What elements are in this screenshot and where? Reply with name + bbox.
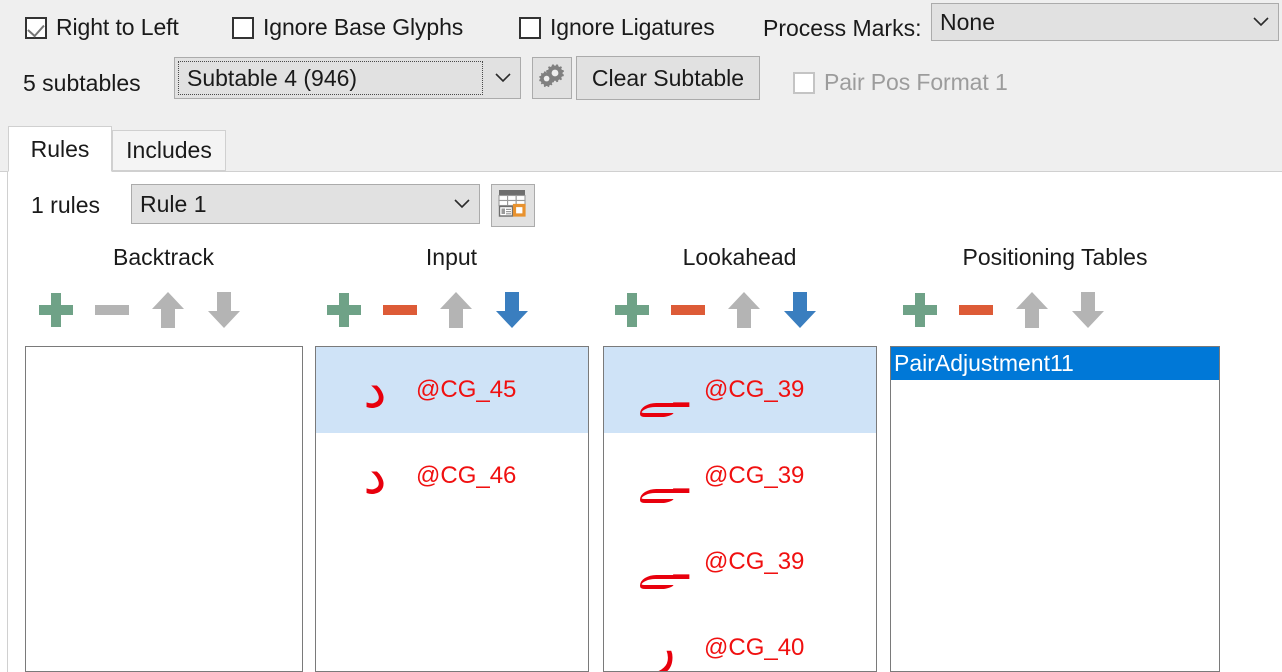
checkbox-label-right-to-left: Right to Left [56,14,179,40]
glyph-class-name: @CG_39 [704,376,805,403]
rule-value: Rule 1 [140,190,207,217]
backtrack-add-button[interactable] [28,282,84,338]
panel-left-divider [7,172,8,672]
checkbox-label-ignore-ligatures: Ignore Ligatures [550,14,715,40]
checkbox-box-pair-pos-format-1 [793,71,815,94]
list-item[interactable]: PairAdjustment11 [891,347,1219,380]
table-document-icon [497,188,529,224]
checkbox-ignore-base-glyphs[interactable]: Ignore Base Glyphs [232,14,463,41]
column-header-positioning-tables: Positioning Tables [962,244,1148,270]
glyph-preview: ـﮯ [637,532,689,592]
checkbox-pair-pos-format-1: Pair Pos Format 1 [793,69,1008,96]
glyph-class-name: @CG_45 [416,376,517,403]
positioning-table-name: PairAdjustment11 [894,350,1074,376]
lookahead-action-buttons [604,282,828,338]
input-move-up-button [428,282,484,338]
column-header-backtrack: Backtrack [113,244,214,270]
glyph-preview: ﺭ [650,618,676,672]
input-add-button[interactable] [316,282,372,338]
glyph-rules-editor-window: Right to Left Ignore Base Glyphs Ignore … [0,0,1282,672]
glyph-class-name: @CG_39 [704,548,805,575]
rule-value-area: Rule 1 [132,185,445,223]
lookahead-move-up-button [716,282,772,338]
glyph-preview: ـﮯ [637,360,689,420]
lookahead-add-button[interactable] [604,282,660,338]
tab-rules-label: Rules [30,135,90,162]
column-header-input: Input [425,244,478,270]
tab-strip: Rules Includes [0,111,1282,172]
list-item[interactable]: ﺩ @CG_46 [316,433,588,519]
clear-subtable-button[interactable]: Clear Subtable [576,56,760,100]
tab-includes[interactable]: Includes [112,130,226,171]
subtable-value-area: Subtable 4 (946) [178,61,483,95]
clear-subtable-label: Clear Subtable [591,64,745,91]
edit-rule-table-button[interactable] [491,184,535,227]
glyph-class-name: @CG_46 [416,462,517,489]
lookahead-move-down-button[interactable] [772,282,828,338]
input-listbox[interactable]: ﺩ @CG_45 ﺩ @CG_46 [315,346,589,672]
glyph-preview: ـﮯ [637,446,689,506]
chevron-down-icon[interactable] [445,185,479,223]
backtrack-move-up-button [140,282,196,338]
toolbar-row-options: Right to Left Ignore Base Glyphs Ignore … [0,0,1282,52]
input-action-buttons [316,282,540,338]
subtable-value: Subtable 4 (946) [187,64,358,91]
checkbox-right-to-left[interactable]: Right to Left [25,14,179,41]
tab-rules[interactable]: Rules [8,126,112,172]
tab-includes-label: Includes [126,137,212,163]
checkbox-box-ignore-ligatures[interactable] [519,16,541,39]
positioning-tables-action-buttons [892,282,1116,338]
list-item[interactable]: ﺭ @CG_40 [604,605,876,672]
lookahead-remove-button[interactable] [660,282,716,338]
top-toolbar: Right to Left Ignore Base Glyphs Ignore … [0,0,1282,111]
positioning-tables-move-down-button [1060,282,1116,338]
list-item[interactable]: ـﮯ @CG_39 [604,433,876,519]
list-item[interactable]: ـﮯ @CG_39 [604,347,876,433]
toolbar-row-subtable: 5 subtables Subtable 4 (946) Clear Subta… [0,52,1282,111]
subtable-settings-button[interactable] [532,57,572,99]
input-remove-button[interactable] [372,282,428,338]
positioning-tables-add-button[interactable] [892,282,948,338]
process-marks-value: None [940,8,995,35]
positioning-tables-listbox[interactable]: PairAdjustment11 [890,346,1220,672]
process-marks-value-area: None [932,4,1244,40]
backtrack-listbox[interactable] [25,346,303,672]
process-marks-label: Process Marks: [763,15,922,41]
chevron-down-icon[interactable] [486,58,520,98]
rules-tab-panel: 1 rules Rule 1 Backtrack Input Lookahead… [0,172,1282,672]
checkbox-ignore-ligatures[interactable]: Ignore Ligatures [519,14,715,41]
backtrack-action-buttons [28,282,252,338]
glyph-preview: ﺩ [363,446,387,506]
backtrack-move-down-button [196,282,252,338]
lookahead-listbox[interactable]: ـﮯ @CG_39 ـﮯ @CG_39 ـﮯ @CG_39 ﺭ @CG_40 [603,346,877,672]
glyph-class-name: @CG_40 [704,634,805,661]
checkbox-label-pair-pos-format-1: Pair Pos Format 1 [824,69,1008,95]
checkbox-box-right-to-left[interactable] [25,16,47,39]
subtables-count-label: 5 subtables [23,70,141,96]
glyph-preview: ﺩ [363,360,387,420]
positioning-tables-move-up-button [1004,282,1060,338]
list-item[interactable]: ـﮯ @CG_39 [604,519,876,605]
rule-dropdown[interactable]: Rule 1 [131,184,480,224]
glyph-class-name: @CG_39 [704,462,805,489]
gears-icon [539,62,565,94]
chevron-down-icon[interactable] [1244,4,1278,40]
column-header-lookahead: Lookahead [682,244,797,270]
subtable-dropdown[interactable]: Subtable 4 (946) [174,57,521,99]
backtrack-remove-button [84,282,140,338]
list-item[interactable]: ﺩ @CG_45 [316,347,588,433]
rules-count-label: 1 rules [31,192,101,218]
process-marks-dropdown[interactable]: None [931,3,1279,41]
input-move-down-button[interactable] [484,282,540,338]
checkbox-label-ignore-base-glyphs: Ignore Base Glyphs [263,14,464,40]
positioning-tables-remove-button[interactable] [948,282,1004,338]
checkbox-box-ignore-base-glyphs[interactable] [232,16,254,39]
